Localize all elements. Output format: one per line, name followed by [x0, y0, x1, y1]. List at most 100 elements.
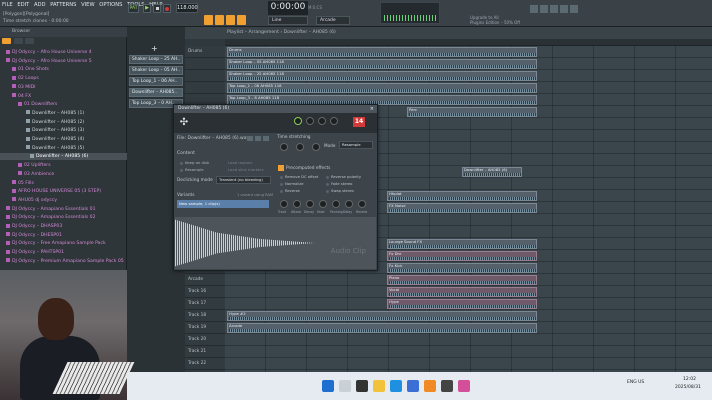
track-header[interactable]: Track 20	[185, 334, 225, 346]
playlist-clip[interactable]: Top Loop_1 – 06 AH085 118	[227, 83, 537, 93]
envelope-knob[interactable]	[332, 200, 340, 208]
browser-tree-item[interactable]: DJ Odyccy – Afro House Universe 5	[0, 58, 127, 65]
declick-select[interactable]: Transient (no bleeding)	[216, 176, 271, 184]
channel-row[interactable]: Downlifter – AH085..	[129, 88, 183, 97]
menu-file[interactable]: FILE	[2, 2, 13, 8]
channel-row[interactable]: Top Loop_1 – 06 AH..	[129, 77, 183, 86]
play-button[interactable]: ▶	[143, 4, 151, 13]
playlist-clip[interactable]: Lounge Sound FX	[387, 239, 537, 249]
volume-knob[interactable]	[306, 117, 314, 125]
playlist-timeline[interactable]	[225, 39, 712, 46]
snap-selector[interactable]: Line	[268, 16, 308, 25]
browser-tree-item[interactable]: 03 Ambience	[0, 171, 127, 178]
channel-row[interactable]: Shaker Loop – 25 AH..	[129, 55, 183, 64]
tool-icon-loop-record[interactable]	[237, 15, 246, 25]
playlist-icon[interactable]	[560, 5, 568, 13]
browser-tree-item[interactable]: DJ Odyccy – Amapiano Essentials 01	[0, 206, 127, 213]
browser-tree-item[interactable]: DJ Odyccy – PAHTSP01	[0, 249, 127, 256]
swap-stereo-option[interactable]: Swap stereo	[326, 189, 354, 193]
mixer-track-number[interactable]: 14	[353, 117, 365, 127]
menu-edit[interactable]: EDIT	[17, 2, 29, 8]
browser-tree-item[interactable]: 04 FX	[0, 93, 127, 100]
plugin-title[interactable]: Downlifter – AH085 (6)	[174, 105, 377, 113]
browser-tree-item[interactable]: Downlifter – AH085 (2)	[0, 119, 127, 126]
browser-tree-item[interactable]: 02 Uplifters	[0, 162, 127, 169]
variant-item[interactable]: New sample, 1 clip(s)	[177, 200, 269, 208]
menu-options[interactable]: OPTIONS	[99, 2, 122, 8]
close-icon[interactable]: ×	[370, 106, 374, 112]
piano-roll-icon[interactable]	[550, 5, 558, 13]
playlist-clip[interactable]: Hype #2	[227, 311, 537, 321]
browser-icon[interactable]	[570, 5, 578, 13]
channel-rack-icon[interactable]	[540, 5, 548, 13]
remove-dc-option[interactable]: Remove DC offset	[280, 175, 318, 179]
waveform-display[interactable]: Audio Clip	[175, 217, 376, 269]
envelope-knob[interactable]	[358, 200, 366, 208]
playlist-clip[interactable]: Hhplot	[387, 191, 537, 201]
browser-tree-item[interactable]: DJ Odyccy – Afro House Universe 4	[0, 49, 127, 56]
channel-row[interactable]: Shaker Loop – 05 AH..	[129, 66, 183, 75]
fl-studio-icon[interactable]	[424, 380, 436, 392]
pattern-song-toggle[interactable]: PAT	[128, 4, 139, 13]
browser-tree-item[interactable]: Downlifter – AH085 (4)	[0, 136, 127, 143]
envelope-knob[interactable]	[319, 200, 327, 208]
search-icon[interactable]	[339, 380, 351, 392]
track-header[interactable]	[185, 82, 225, 94]
track-header[interactable]: Track 22	[185, 358, 225, 370]
tool-icon-countdown[interactable]	[226, 15, 235, 25]
envelope-knob[interactable]	[345, 200, 353, 208]
browser-tree-item[interactable]: Downlifter – AH085 (6)	[0, 153, 127, 161]
load-regions-option[interactable]: Load regions	[228, 160, 252, 165]
envelope-knob[interactable]	[306, 200, 314, 208]
date[interactable]: 2025/08/31	[675, 385, 701, 390]
browser-back-icon[interactable]	[2, 38, 11, 44]
browser-tree-item[interactable]: 05 Fills	[0, 180, 127, 187]
menu-add[interactable]: ADD	[34, 2, 46, 8]
pan-knob[interactable]	[318, 117, 326, 125]
normalize-option[interactable]: Normalize	[280, 182, 304, 186]
mixer-icon[interactable]	[530, 5, 538, 13]
folder-icon[interactable]	[247, 136, 253, 141]
start-icon[interactable]	[322, 380, 334, 392]
stretch-pitch-knob[interactable]	[280, 143, 288, 151]
keep-on-disk-option[interactable]: Keep on disk	[180, 160, 209, 165]
stop-button[interactable]	[153, 4, 161, 13]
filter-knob[interactable]	[330, 117, 338, 125]
browser-tree-item[interactable]: DJ Odyccy – Free Amapiano Sample Pack	[0, 240, 127, 247]
stretch-mul-knob[interactable]	[296, 143, 304, 151]
chrome-icon[interactable]	[407, 380, 419, 392]
playlist-clip[interactable]: Shaker Loop – 05 AH085 118	[227, 59, 537, 69]
pattern-selector[interactable]: Arcade	[316, 16, 350, 25]
clock[interactable]: 12:02	[683, 377, 696, 382]
add-channel-icon[interactable]: +	[151, 44, 158, 53]
browser-tree-item[interactable]: 03 MIDI	[0, 84, 127, 91]
playlist-clip[interactable]: Shaker Loop – 25 AH085 118	[227, 71, 537, 81]
track-header[interactable]: Drums	[185, 46, 225, 58]
stretch-time-knob[interactable]	[312, 143, 320, 151]
browser-search-icon[interactable]	[25, 38, 35, 44]
browser-tree-item[interactable]: AHU05 dj odyccy	[0, 197, 127, 204]
menu-view[interactable]: VIEW	[81, 2, 95, 8]
browser-collapse-icon[interactable]	[13, 38, 23, 44]
file-explorer-icon[interactable]	[373, 380, 385, 392]
envelope-knob[interactable]	[280, 200, 288, 208]
playlist-clip[interactable]: Fx Dnr	[387, 251, 537, 261]
playlist-clip[interactable]: Perc	[407, 107, 537, 117]
obs-icon[interactable]	[441, 380, 453, 392]
browser-tree-item[interactable]: Downlifter – AH085 (1)	[0, 110, 127, 117]
browser-tree-item[interactable]: Downlifter – AH085 (3)	[0, 127, 127, 134]
browser-tree-item[interactable]: 01 One Shots	[0, 66, 127, 73]
record-button[interactable]	[163, 4, 171, 13]
pitch-knob[interactable]	[294, 117, 302, 125]
news-line-2[interactable]: Plugins Edition – 50% Off	[470, 20, 520, 25]
playlist-clip[interactable]: Downlifter – AH085 (6)	[462, 167, 522, 177]
track-header[interactable]: Track 21	[185, 346, 225, 358]
playlist-clip[interactable]: Vocal	[387, 287, 537, 297]
fade-stereo-option[interactable]: Fade stereo	[326, 182, 352, 186]
track-header[interactable]	[185, 58, 225, 70]
browser-tree-item[interactable]: DJ Odyccy – DHASP03	[0, 223, 127, 230]
tool-icon-wait[interactable]	[215, 15, 224, 25]
tool-icon-metronome[interactable]	[204, 15, 213, 25]
playlist-clip[interactable]: Drums	[227, 47, 537, 57]
edge-icon[interactable]	[390, 380, 402, 392]
